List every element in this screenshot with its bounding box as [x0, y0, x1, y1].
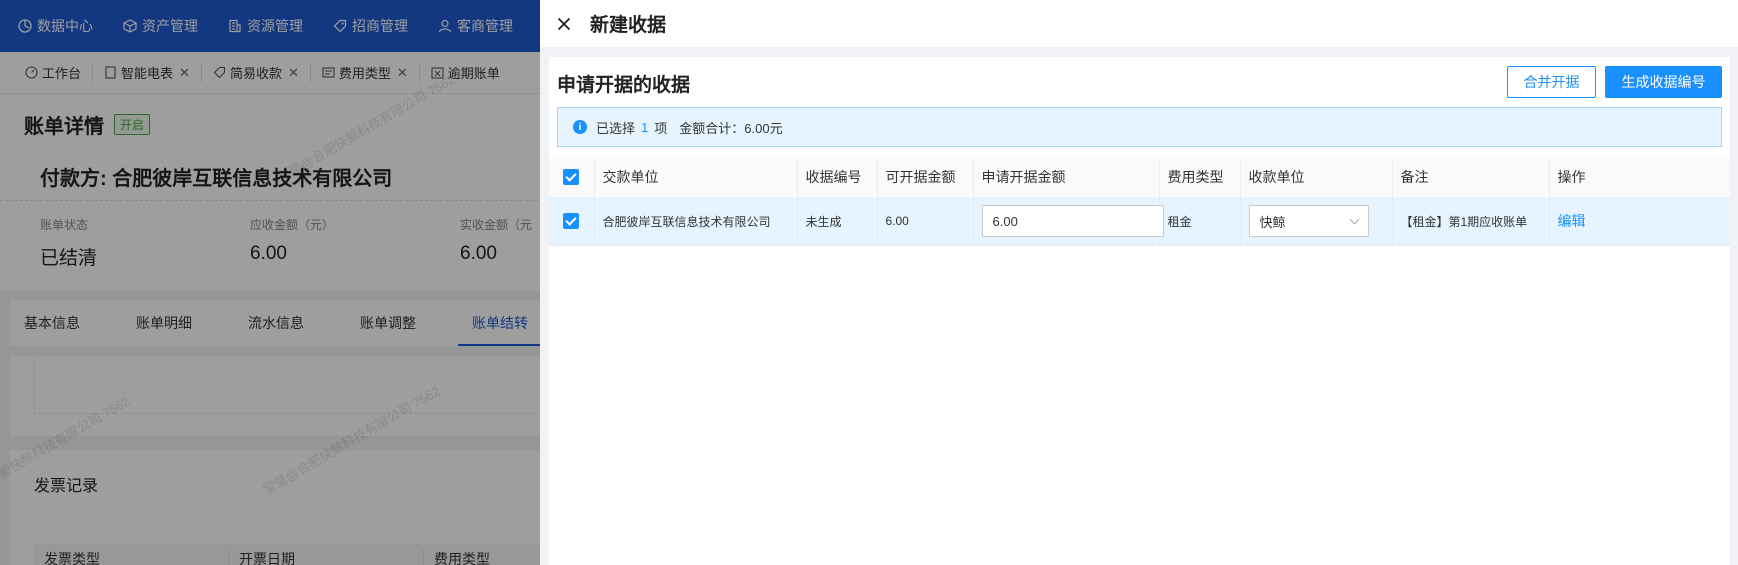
selected-value: 快鲸 — [1259, 214, 1286, 230]
edit-link[interactable]: 编辑 — [1558, 213, 1586, 229]
column-header: 可开据金额 — [877, 157, 974, 198]
column-header: 备注 — [1392, 157, 1550, 198]
cell-apply-amount — [973, 197, 1164, 246]
cell-remark: 【租金】第1期应收账单 — [1392, 197, 1550, 246]
cell-fee-type: 租金 — [1159, 197, 1241, 246]
cell-receipt-no: 未生成 — [797, 197, 878, 246]
column-header: 操作 — [1549, 157, 1730, 198]
selection-alert: i 已选择 1 项 金额合计：6.00元 — [557, 107, 1722, 147]
cell-available-amount: 6.00 — [877, 197, 974, 246]
cell-action: 编辑 — [1549, 197, 1730, 246]
drawer-title: 新建收据 — [590, 15, 667, 36]
receipt-table: 交款单位 收据编号 可开据金额 申请开据金额 费用类型 收款单位 备注 操作 合… — [549, 157, 1730, 246]
row-select-cell — [549, 197, 595, 246]
close-icon — [557, 17, 571, 30]
chevron-down-icon — [1349, 214, 1359, 224]
select-all-checkbox[interactable] — [563, 169, 580, 186]
receipt-card: 申请开据的收据 合并开据 生成收据编号 i 已选择 1 项 金额合计：6.00元… — [549, 57, 1730, 565]
table-header-row: 交款单位 收据编号 可开据金额 申请开据金额 费用类型 收款单位 备注 操作 — [549, 157, 1730, 198]
select-all-cell — [549, 157, 595, 198]
selected-count: 1 — [641, 119, 649, 135]
generate-receipt-number-button[interactable]: 生成收据编号 — [1605, 66, 1722, 98]
column-header: 申请开据金额 — [973, 157, 1160, 198]
apply-amount-input[interactable] — [981, 205, 1164, 237]
alert-prefix: 已选择 — [596, 120, 636, 136]
alert-unit: 项 — [654, 120, 668, 136]
close-button[interactable] — [552, 12, 576, 36]
cell-payer: 合肥彼岸互联信息技术有限公司 — [594, 197, 798, 246]
amount-total: 金额合计：6.00元 — [679, 120, 783, 136]
section-title: 申请开据的收据 — [557, 75, 691, 96]
drawer-overlay-mask[interactable] — [0, 0, 540, 565]
info-icon: i — [573, 120, 587, 134]
new-receipt-drawer: 新建收据 申请开据的收据 合并开据 生成收据编号 i 已选择 1 项 金额合计：… — [540, 0, 1738, 565]
drawer-header: 新建收据 — [540, 0, 1738, 47]
column-header: 收据编号 — [797, 157, 878, 198]
table-row: 合肥彼岸互联信息技术有限公司 未生成 6.00 租金 快鲸 【租金】第1期应收账… — [549, 197, 1730, 246]
merge-receipt-button[interactable]: 合并开据 — [1507, 66, 1596, 98]
column-header: 收款单位 — [1240, 157, 1393, 198]
row-checkbox[interactable] — [563, 213, 580, 229]
receiver-select[interactable]: 快鲸 — [1248, 205, 1369, 237]
column-header: 交款单位 — [594, 157, 798, 198]
column-header: 费用类型 — [1159, 157, 1241, 198]
cell-receiver: 快鲸 — [1240, 197, 1393, 246]
